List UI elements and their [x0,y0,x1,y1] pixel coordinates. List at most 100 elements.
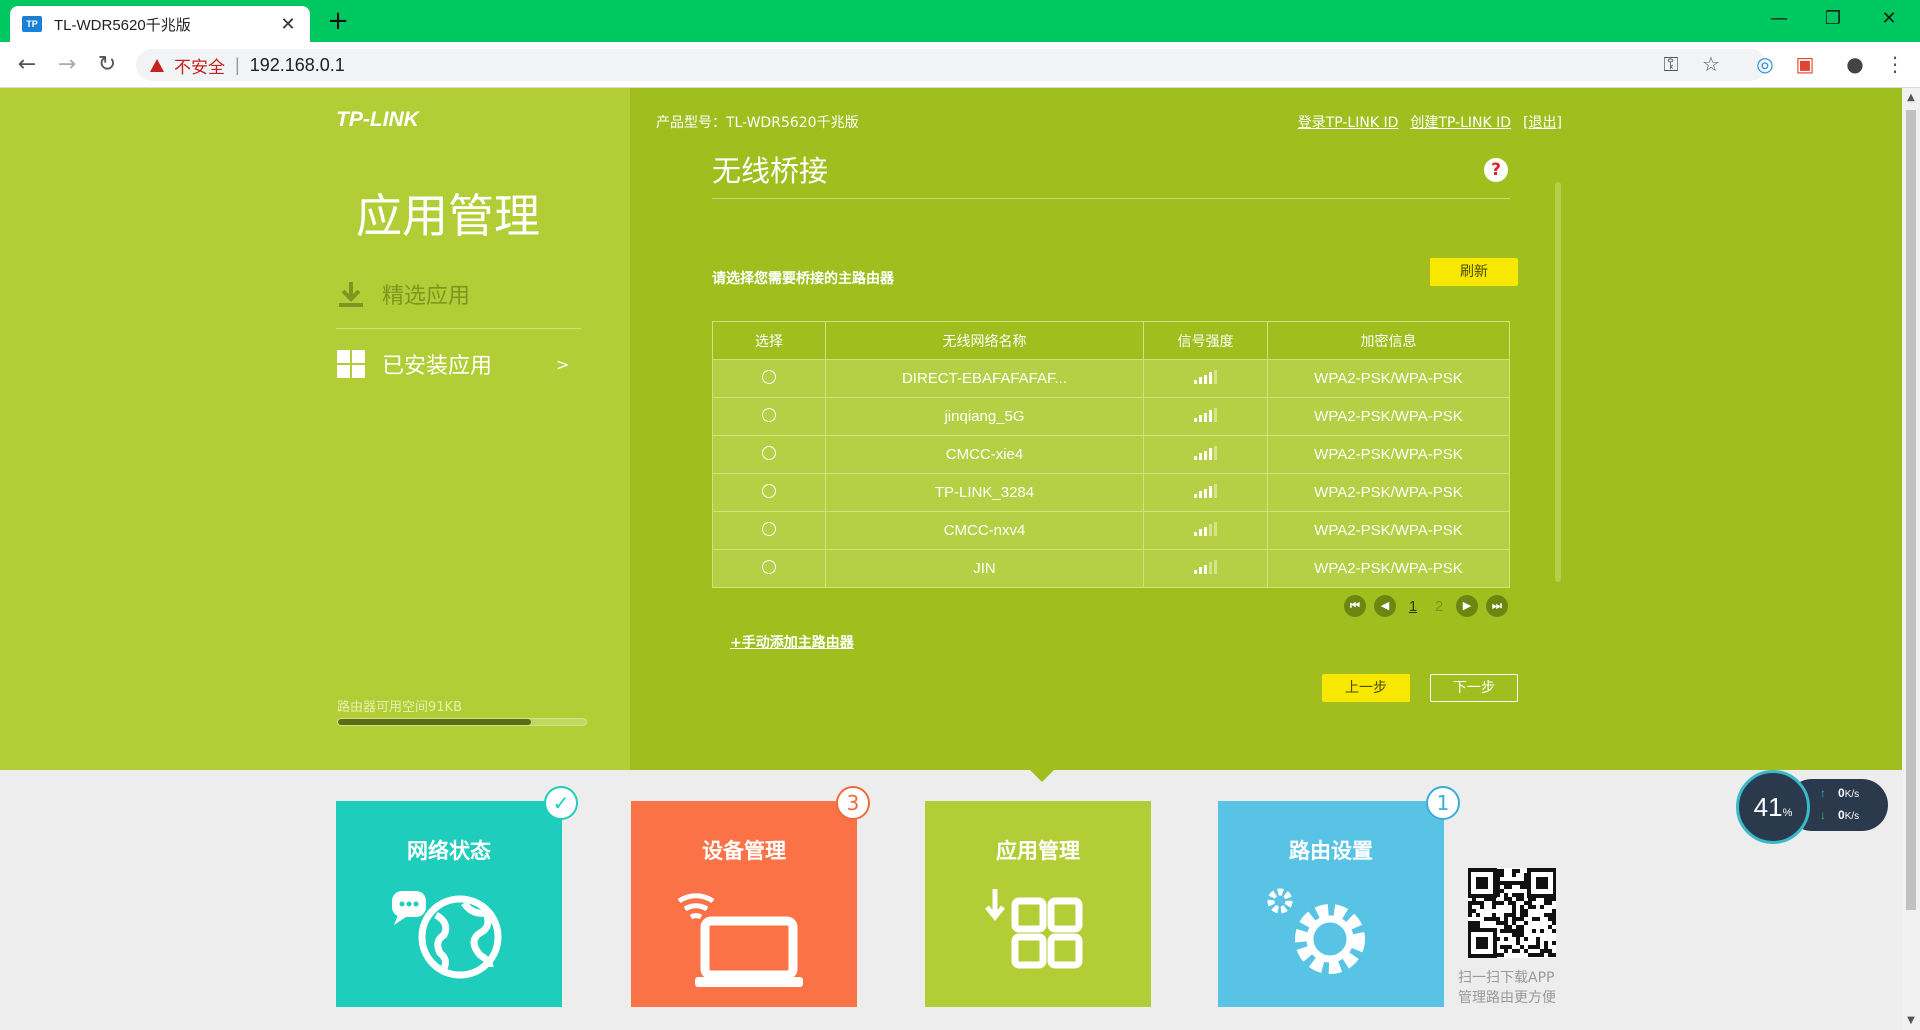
page-scrollbar[interactable]: ▲ ▼ [1902,88,1920,1030]
tab-close-icon[interactable]: ✕ [278,14,298,35]
next-step-button[interactable]: 下一步 [1430,674,1518,702]
security-cell: WPA2-PSK/WPA-PSK [1267,359,1510,398]
table-row[interactable]: TP-LINK_3284 WPA2-PSK/WPA-PSK [712,473,1510,512]
next-page-icon[interactable]: ▶ [1456,595,1478,617]
browser-tab[interactable]: TP TL-WDR5620千兆版 ✕ [10,6,310,42]
scroll-up-icon[interactable]: ▲ [1905,92,1917,103]
column-header: 加密信息 [1267,321,1510,360]
select-router-prompt: 请选择您需要桥接的主路由器 [712,271,894,287]
network-name-cell: TP-LINK_3284 [825,473,1144,512]
bookmark-star-icon[interactable]: ☆ [1696,49,1726,79]
tile-network-status[interactable]: 网络状态 [336,801,562,1007]
count-badge: 1 [1426,786,1460,820]
radio-button[interactable] [762,407,776,422]
close-window-button[interactable]: ✕ [1866,4,1912,34]
refresh-button[interactable]: 刷新 [1430,258,1518,286]
radio-button[interactable] [762,369,776,384]
sidebar-title: 应用管理 [356,189,540,243]
table-row[interactable]: DIRECT-EBAFAFAFAF... WPA2-PSK/WPA-PSK [712,359,1510,398]
select-cell[interactable] [712,397,826,436]
create-id-link[interactable]: 创建TP-LINK ID [1410,112,1511,132]
sidebar-item-label: 精选应用 [382,284,471,309]
column-header: 无线网络名称 [825,321,1144,360]
page-number-current[interactable]: 1 [1404,598,1422,615]
security-cell: WPA2-PSK/WPA-PSK [1267,549,1510,588]
signal-bar [1214,369,1217,384]
signal-bar [1204,488,1207,498]
table-row[interactable]: CMCC-xie4 WPA2-PSK/WPA-PSK [712,435,1510,474]
select-cell[interactable] [712,435,826,474]
content-scrollbar[interactable] [1555,182,1561,582]
sidebar-item-featured-apps[interactable]: 精选应用 [336,264,581,324]
signal-bar [1199,491,1202,498]
help-icon[interactable]: ? [1484,158,1508,182]
signal-bar [1209,562,1212,574]
signal-bar [1204,374,1207,384]
network-name-cell: CMCC-nxv4 [825,511,1144,550]
separator: | [235,54,240,75]
signal-cell [1143,397,1268,436]
signal-bar [1214,559,1217,574]
table-row[interactable]: JIN WPA2-PSK/WPA-PSK [712,549,1510,588]
security-cell: WPA2-PSK/WPA-PSK [1267,511,1510,550]
scroll-down-icon[interactable]: ▼ [1905,1015,1917,1026]
chevron-right-icon: > [556,354,570,374]
restore-button[interactable]: ❐ [1810,4,1856,34]
radio-button[interactable] [762,445,776,460]
sidebar-item-installed-apps[interactable]: 已安装应用 > [336,334,581,394]
warning-icon [150,58,164,72]
scrollbar-thumb[interactable] [1906,110,1916,910]
table-row[interactable]: CMCC-nxv4 WPA2-PSK/WPA-PSK [712,511,1510,550]
prev-step-button[interactable]: 上一步 [1322,674,1410,702]
tile-router-settings[interactable]: 路由设置 [1218,801,1444,1007]
minimize-button[interactable]: — [1756,4,1802,34]
logout-link[interactable]: [退出] [1523,112,1562,132]
profile-icon[interactable]: ● [1840,49,1870,79]
signal-bar [1204,564,1207,574]
first-page-icon[interactable]: ⏮ [1344,595,1366,617]
radio-button[interactable] [762,483,776,498]
last-page-icon[interactable]: ⏭ [1486,595,1508,617]
signal-bar [1194,493,1197,498]
security-cell: WPA2-PSK/WPA-PSK [1267,397,1510,436]
security-cell: WPA2-PSK/WPA-PSK [1267,473,1510,512]
speed-unit: K/s [1844,811,1860,822]
extension-icon[interactable]: ◎ [1750,49,1780,79]
signal-bar [1204,412,1207,422]
key-icon[interactable]: ⚿ [1656,49,1686,79]
menu-dots-icon[interactable]: ⋮ [1880,49,1910,79]
radio-button[interactable] [762,521,776,536]
select-cell[interactable] [712,359,826,398]
insecure-label[interactable]: 不安全 [174,53,225,78]
radio-button[interactable] [762,559,776,574]
reload-icon[interactable]: ↻ [92,50,122,80]
signal-cell [1143,511,1268,550]
login-link[interactable]: 登录TP-LINK ID [1298,112,1399,132]
speed-unit: K/s [1844,789,1860,800]
signal-bar [1194,455,1197,460]
tile-app-management[interactable]: 应用管理 [925,801,1151,1007]
space-progress-fill [338,719,532,725]
network-speed-widget[interactable]: 41% ↑ 0K/s ↓ 0K/s [1736,770,1888,844]
page-number[interactable]: 2 [1430,598,1448,615]
signal-bar [1194,379,1197,384]
tab-bar: TP TL-WDR5620千兆版 ✕ + — ❐ ✕ [0,0,1920,42]
url-text[interactable]: 192.168.0.1 [250,55,345,76]
manual-add-router-link[interactable]: +手动添加主路由器 [730,632,854,652]
table-row[interactable]: jinqiang_5G WPA2-PSK/WPA-PSK [712,397,1510,436]
extension-red-icon[interactable]: ▣ [1790,49,1820,79]
select-cell[interactable] [712,549,826,588]
omnibox[interactable]: 不安全 | 192.168.0.1 [136,49,1766,81]
tab-title: TL-WDR5620千兆版 [54,16,191,34]
select-cell[interactable] [712,511,826,550]
tile-device-management[interactable]: 设备管理 [631,801,857,1007]
prev-page-icon[interactable]: ◀ [1374,595,1396,617]
signal-bar [1204,526,1207,536]
new-tab-button[interactable]: + [322,6,354,38]
header-links: 登录TP-LINK ID 创建TP-LINK ID [退出] [1298,112,1562,132]
upload-speed: ↑ 0K/s [1820,786,1859,800]
back-arrow-icon[interactable]: ← [12,50,42,80]
column-header: 信号强度 [1143,321,1268,360]
forward-arrow-icon[interactable]: → [52,50,82,80]
select-cell[interactable] [712,473,826,512]
